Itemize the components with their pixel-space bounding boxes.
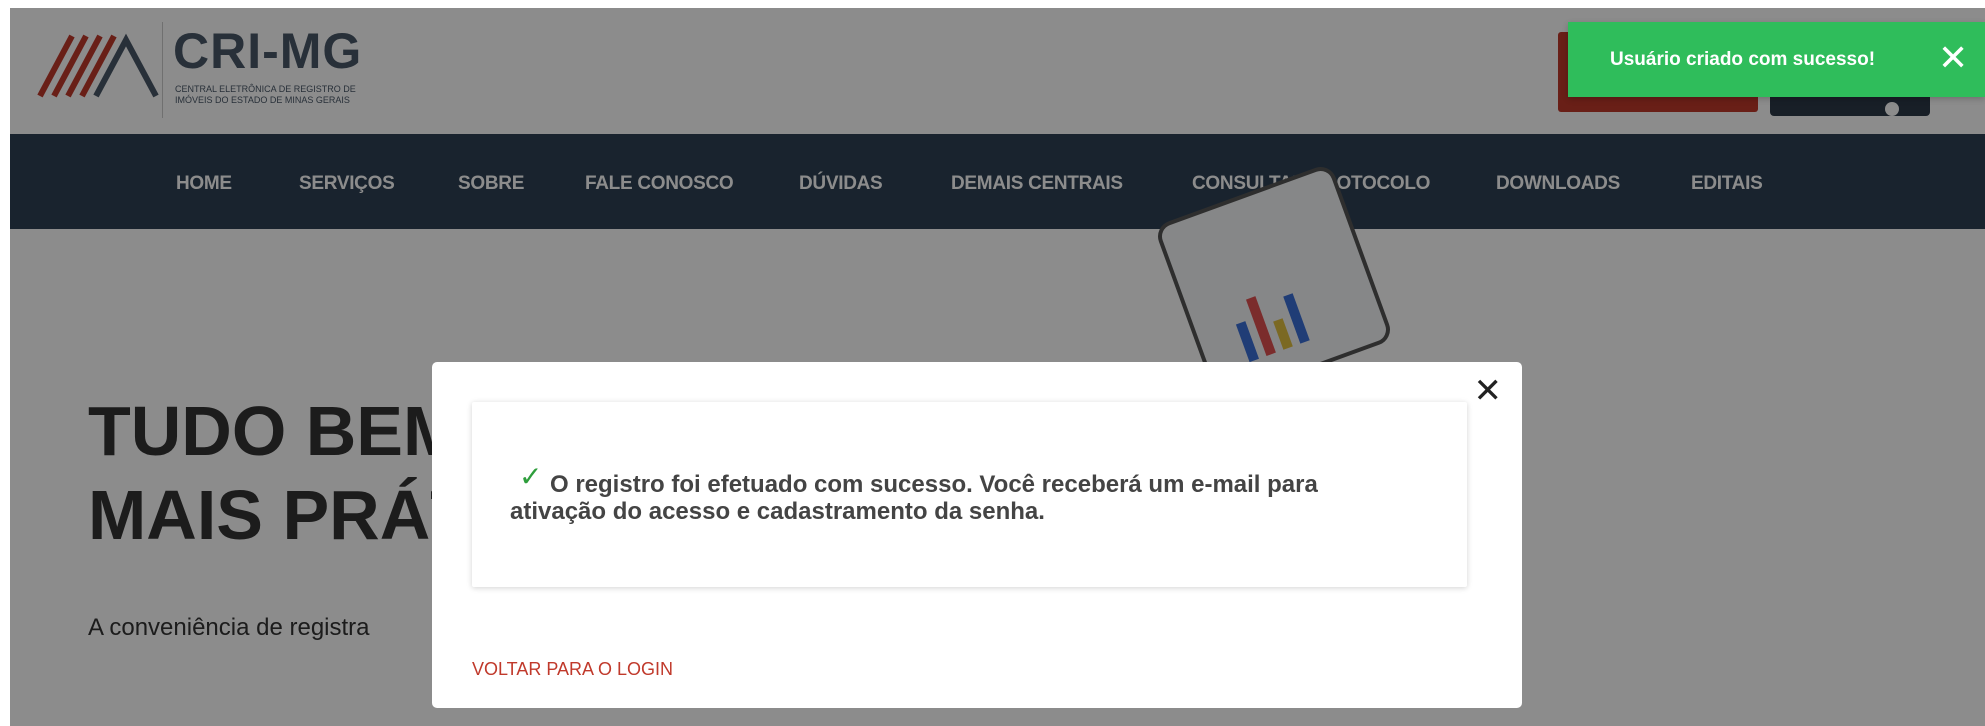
toast-message: Usuário criado com sucesso! — [1610, 49, 1876, 70]
close-icon[interactable]: ✕ — [1474, 374, 1503, 408]
message-box: ✓ O registro foi efetuado com sucesso. V… — [472, 402, 1467, 587]
success-modal: ✕ ✓ O registro foi efetuado com sucesso.… — [432, 362, 1522, 708]
success-toast: Usuário criado com sucesso! ✕ — [1568, 22, 1985, 97]
back-to-login-link[interactable]: VOLTAR PARA O LOGIN — [472, 659, 673, 680]
close-icon[interactable]: ✕ — [1938, 40, 1968, 76]
page: CRI-MG CENTRAL ELETRÔNICA DE REGISTRO DE… — [10, 8, 1985, 726]
success-message: O registro foi efetuado com sucesso. Voc… — [510, 471, 1318, 525]
